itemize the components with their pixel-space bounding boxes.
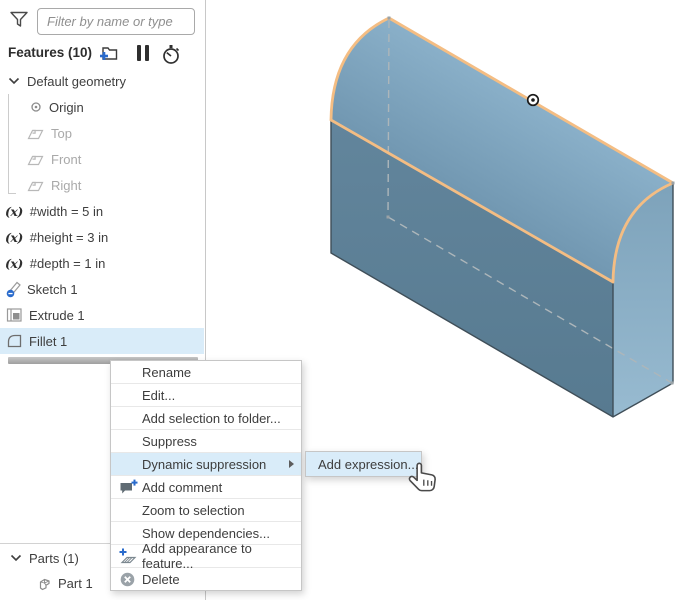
fillet-icon [6, 333, 23, 349]
menu-item-add-appearance-to-feature[interactable]: Add appearance to feature... [111, 545, 301, 568]
menu-item-add-expression[interactable]: Add expression... [306, 452, 421, 476]
tree-item-right-plane[interactable]: Right [0, 172, 204, 198]
dynamic-suppression-submenu: Add expression... [305, 451, 422, 477]
menu-item-dynamic-suppression[interactable]: Dynamic suppression [111, 453, 301, 476]
extrude-icon [6, 307, 23, 323]
sketch-icon [5, 280, 23, 298]
onshape-feature-panel-screen: Features (10) Default geometry [0, 0, 682, 600]
pause-icon[interactable] [136, 44, 150, 62]
tree-item-fillet-1[interactable]: Fillet 1 [0, 328, 204, 354]
plane-icon [27, 152, 44, 167]
context-menu: Rename Edit... Add selection to folder..… [110, 360, 302, 591]
tree-item-top-plane[interactable]: Top [0, 120, 204, 146]
tree-item-default-geometry[interactable]: Default geometry [0, 68, 204, 94]
tree-item-extrude-1[interactable]: Extrude 1 [0, 302, 204, 328]
tree-item-origin[interactable]: Origin [0, 94, 204, 120]
variable-icon: (x) [5, 204, 23, 219]
tree-item-front-plane[interactable]: Front [0, 146, 204, 172]
funnel-icon [9, 10, 29, 30]
edge-point-marker[interactable] [528, 95, 539, 106]
menu-item-add-selection-to-folder[interactable]: Add selection to folder... [111, 407, 301, 430]
features-header: Features (10) [8, 45, 92, 60]
part-icon [36, 575, 54, 592]
menu-item-suppress[interactable]: Suppress [111, 430, 301, 453]
chevron-down-icon[interactable] [8, 77, 20, 85]
filter-input[interactable] [37, 8, 195, 35]
menu-item-zoom-to-selection[interactable]: Zoom to selection [111, 499, 301, 522]
tree-item-sketch-1[interactable]: Sketch 1 [0, 276, 204, 302]
mouse-cursor-icon [407, 461, 439, 496]
variable-icon: (x) [5, 230, 23, 245]
menu-item-rename[interactable]: Rename [111, 361, 301, 384]
variable-icon: (x) [5, 256, 23, 271]
plane-icon [27, 178, 44, 193]
tree-item-variable-depth[interactable]: (x) #depth = 1 in [0, 250, 204, 276]
comment-plus-icon [119, 479, 138, 496]
submenu-arrow-icon [289, 460, 294, 468]
tree-item-variable-height[interactable]: (x) #height = 3 in [0, 224, 204, 250]
delete-icon [119, 571, 136, 588]
chevron-down-icon[interactable] [10, 554, 22, 562]
tree-item-variable-width[interactable]: (x) #width = 5 in [0, 198, 204, 224]
add-folder-icon[interactable] [99, 44, 120, 62]
origin-icon [30, 101, 42, 113]
stopwatch-icon[interactable] [161, 44, 182, 65]
menu-item-edit[interactable]: Edit... [111, 384, 301, 407]
menu-item-delete[interactable]: Delete [111, 568, 301, 590]
menu-item-add-comment[interactable]: Add comment [111, 476, 301, 499]
plane-icon [27, 126, 44, 141]
appearance-plus-icon [119, 548, 138, 565]
